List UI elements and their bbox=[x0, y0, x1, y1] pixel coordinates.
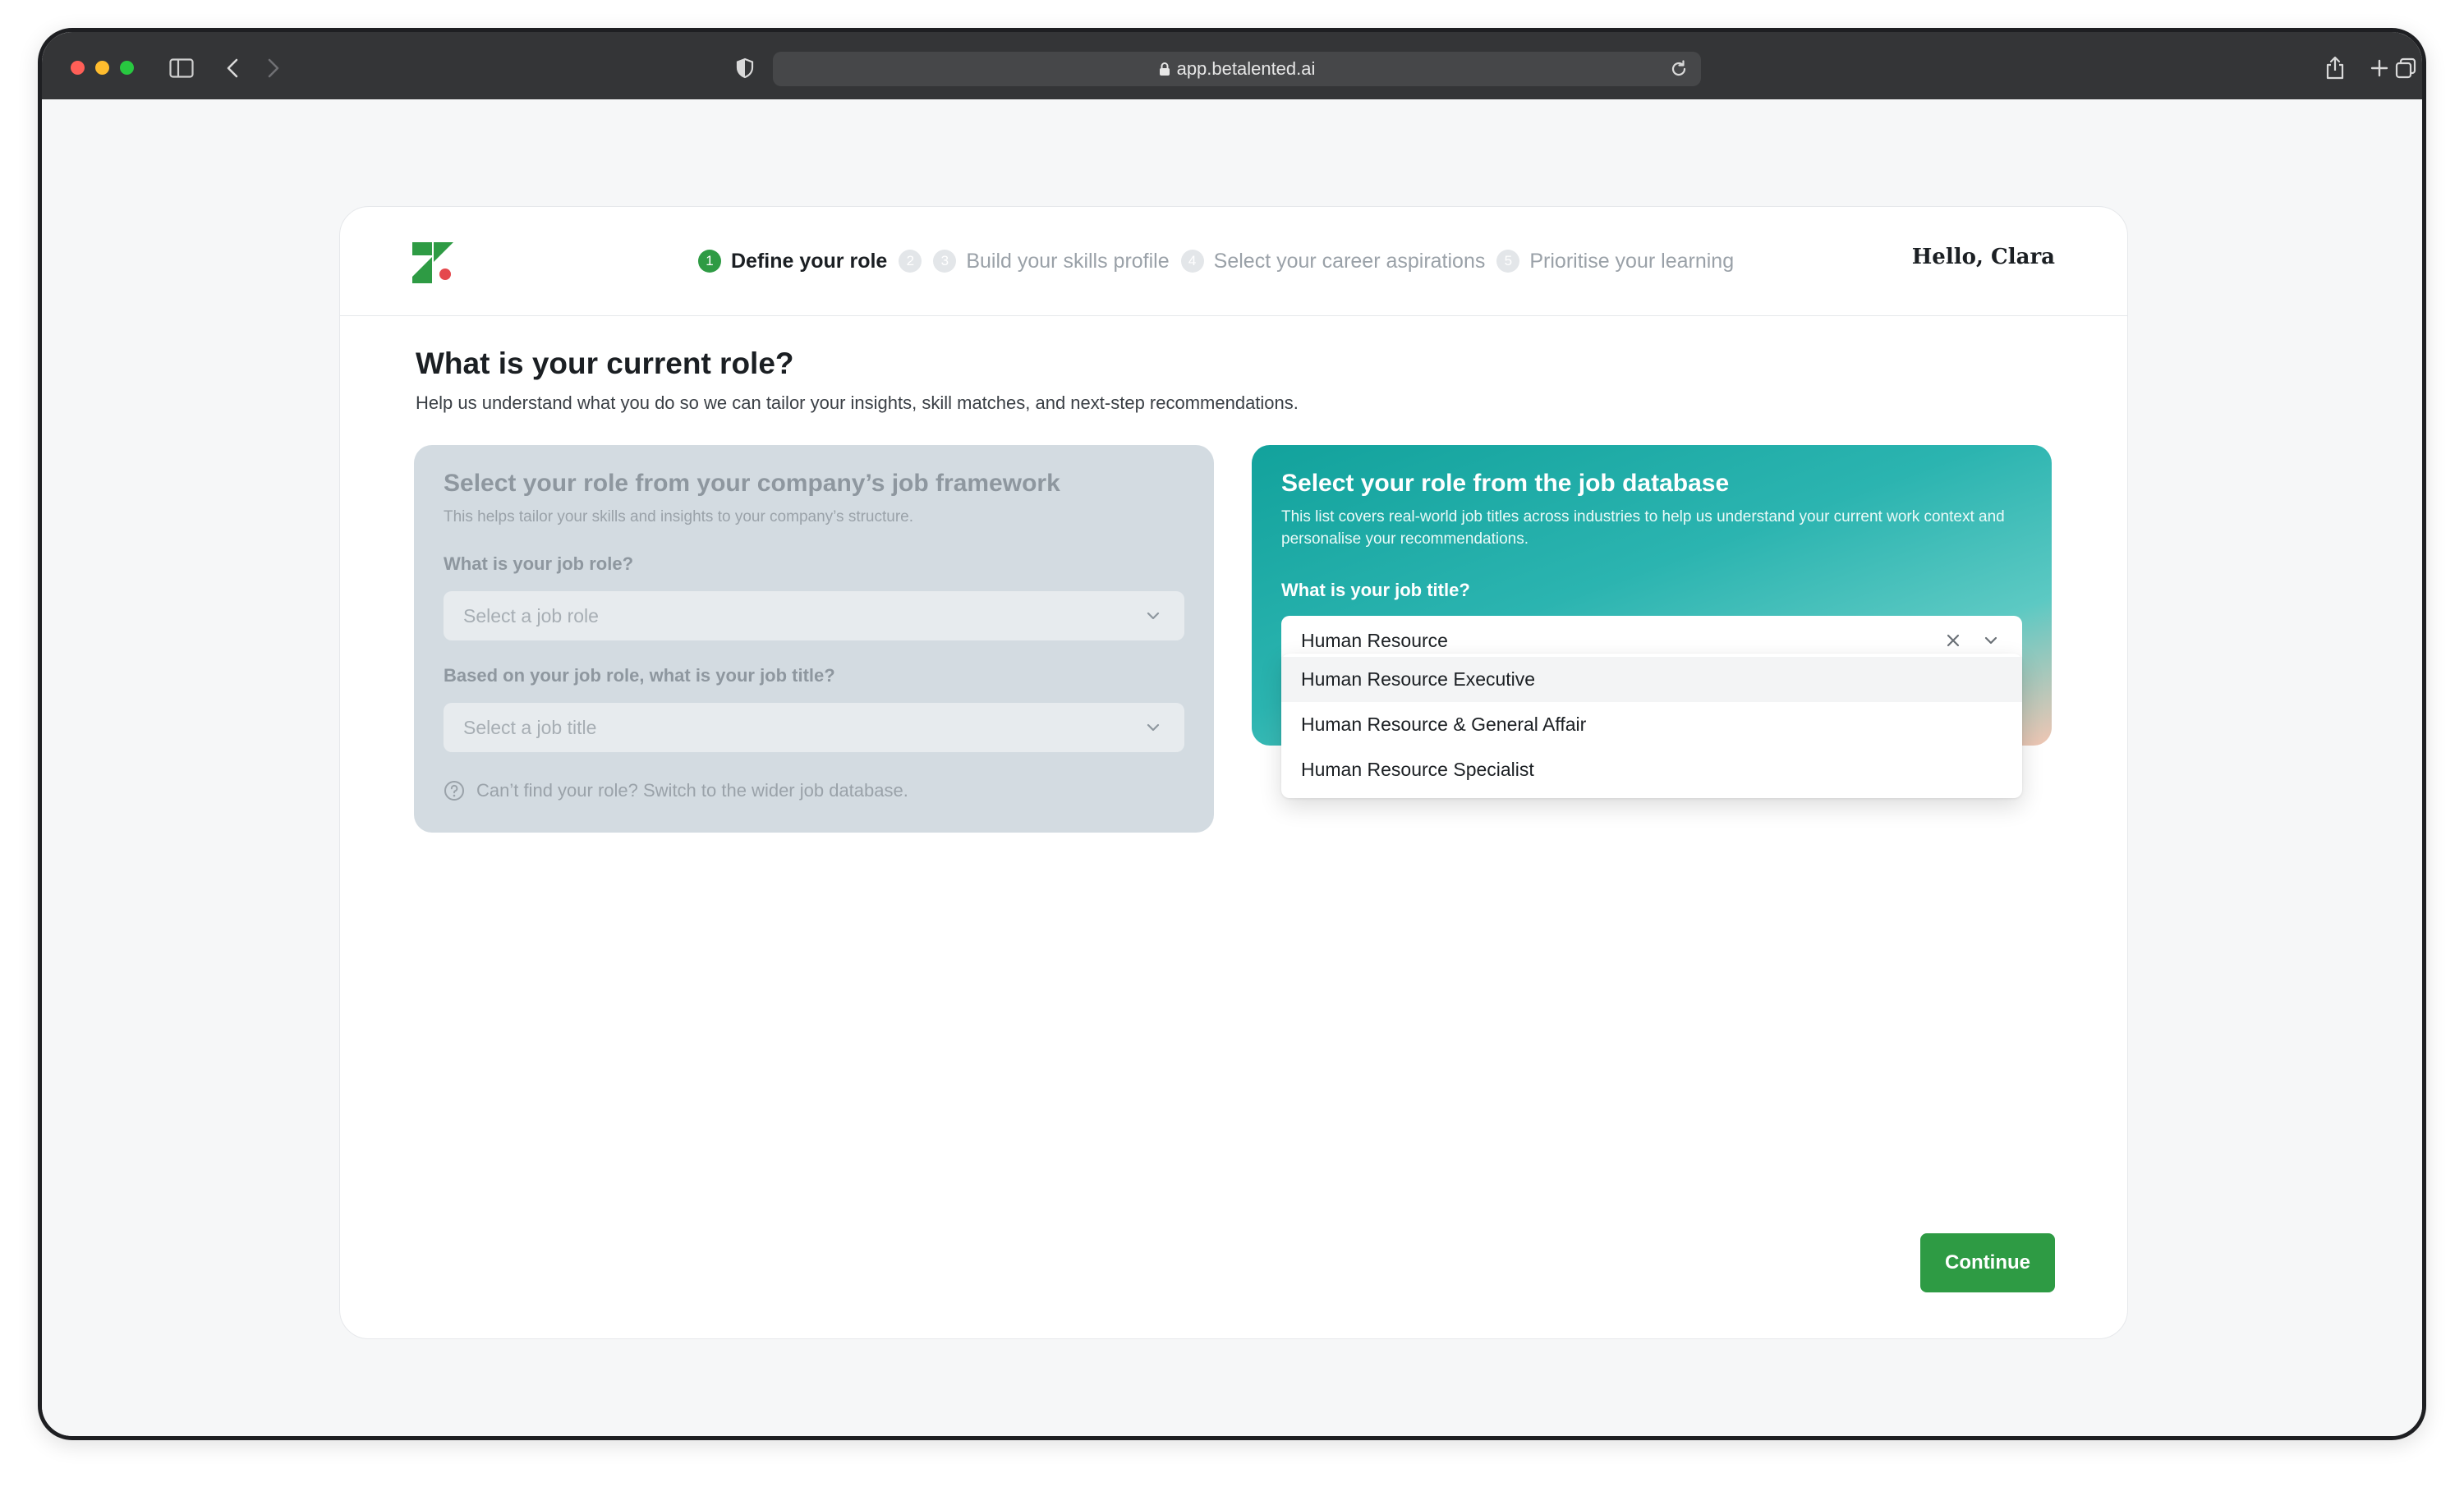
step-number: 4 bbox=[1180, 250, 1204, 273]
privacy-shield-icon[interactable] bbox=[729, 52, 761, 85]
share-icon[interactable] bbox=[2319, 52, 2351, 85]
onboarding-card: 1 Define your role 2 3 Build your skills… bbox=[339, 206, 2128, 1339]
step-number: 3 bbox=[933, 250, 957, 273]
dropdown-option[interactable]: Human Resource Executive bbox=[1281, 657, 2022, 702]
lock-icon bbox=[1159, 62, 1170, 76]
minimize-window-button[interactable] bbox=[95, 61, 109, 75]
page-title: What is your current role? bbox=[416, 347, 794, 380]
job-title-select[interactable]: Select a job title bbox=[444, 703, 1184, 752]
reload-icon[interactable] bbox=[1668, 58, 1689, 80]
betalented-logo bbox=[412, 242, 453, 283]
step-label: Build your skills profile bbox=[966, 249, 1170, 273]
job-title-label: Based on your job role, what is your job… bbox=[444, 665, 835, 686]
close-window-button[interactable] bbox=[71, 61, 85, 75]
step-number: 5 bbox=[1496, 250, 1520, 273]
job-title-label: What is your job title? bbox=[1281, 580, 1470, 600]
zoom-window-button[interactable] bbox=[120, 61, 134, 75]
step-number: 1 bbox=[698, 250, 721, 273]
clear-icon[interactable] bbox=[1943, 631, 1963, 650]
dropdown-option[interactable]: Human Resource & General Affair bbox=[1281, 702, 2022, 747]
step-label: Define your role bbox=[731, 249, 888, 273]
panel-title: Select your role from your company’s job… bbox=[444, 470, 1060, 497]
progress-stepper: 1 Define your role 2 3 Build your skills… bbox=[698, 245, 1734, 278]
panel-description: This list covers real-world job titles a… bbox=[1281, 508, 2005, 548]
job-title-dropdown: Human Resource Executive Human Resource … bbox=[1281, 654, 2022, 798]
step-define-role[interactable]: 1 Define your role bbox=[698, 250, 887, 273]
job-title-input-value: Human Resource bbox=[1301, 629, 1448, 651]
help-circle-icon bbox=[444, 781, 464, 801]
page-viewport: 1 Define your role 2 3 Build your skills… bbox=[42, 99, 2422, 1436]
continue-button[interactable]: Continue bbox=[1920, 1233, 2055, 1292]
step-prioritise-learning[interactable]: 5 Prioritise your learning bbox=[1496, 250, 1734, 273]
help-text: Can’t find your role? Switch to the wide… bbox=[476, 780, 908, 801]
chevron-down-icon[interactable] bbox=[1981, 631, 2001, 650]
switch-database-link[interactable]: Can’t find your role? Switch to the wide… bbox=[444, 780, 908, 801]
url-text: app.betalented.ai bbox=[1176, 58, 1316, 79]
step-number: 2 bbox=[899, 250, 922, 273]
tab-overview-icon[interactable] bbox=[2389, 52, 2422, 85]
forward-icon[interactable] bbox=[257, 52, 290, 85]
browser-window: app.betalented.ai 1 Define your role 2 3… bbox=[38, 28, 2426, 1440]
dropdown-option[interactable]: Human Resource Specialist bbox=[1281, 747, 2022, 792]
company-framework-panel: Select your role from your company’s job… bbox=[414, 445, 1214, 833]
step-2[interactable]: 2 bbox=[899, 250, 922, 273]
job-role-placeholder: Select a job role bbox=[463, 604, 599, 626]
step-label: Prioritise your learning bbox=[1529, 249, 1735, 273]
job-role-label: What is your job role? bbox=[444, 553, 634, 574]
step-career-aspirations[interactable]: 4 Select your career aspirations bbox=[1180, 249, 1486, 273]
card-header: 1 Define your role 2 3 Build your skills… bbox=[340, 207, 2127, 316]
user-greeting: Hello, Clara bbox=[1911, 245, 2055, 269]
chevron-down-icon bbox=[1147, 612, 1160, 620]
address-bar[interactable]: app.betalented.ai bbox=[773, 52, 1701, 86]
back-icon[interactable] bbox=[216, 52, 249, 85]
panel-description: This helps tailor your skills and insigh… bbox=[444, 508, 914, 525]
browser-toolbar: app.betalented.ai bbox=[42, 32, 2422, 99]
step-label: Select your career aspirations bbox=[1213, 249, 1486, 273]
job-role-select[interactable]: Select a job role bbox=[444, 591, 1184, 640]
job-title-placeholder: Select a job title bbox=[463, 716, 597, 738]
chevron-down-icon bbox=[1147, 723, 1160, 732]
step-build-skills[interactable]: 3 Build your skills profile bbox=[933, 249, 1170, 273]
sidebar-toggle-icon[interactable] bbox=[165, 52, 198, 85]
page-subtitle: Help us understand what you do so we can… bbox=[416, 392, 1299, 413]
panel-title: Select your role from the job database bbox=[1281, 470, 1730, 497]
